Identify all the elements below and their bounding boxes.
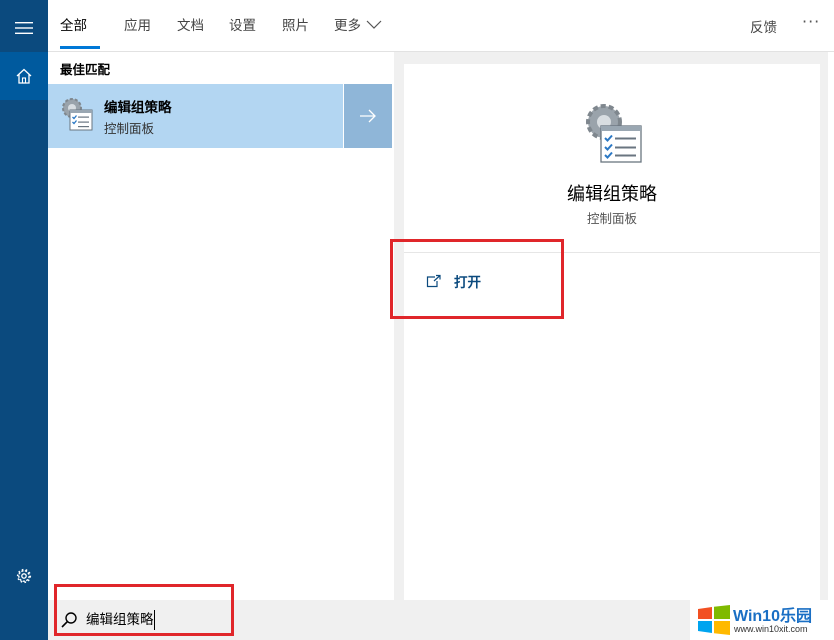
detail-title: 编辑组策略 — [567, 184, 657, 205]
win10-logo: Win10乐园 www.win10xit.com — [690, 600, 834, 640]
detail-pane: 编辑组策略 控制面板 打开 — [404, 64, 820, 600]
best-match-result[interactable]: 编辑组策略 控制面板 — [48, 84, 343, 148]
tab-documents[interactable]: 文档 — [177, 16, 204, 36]
active-tab-indicator — [60, 46, 100, 49]
home-button[interactable] — [0, 52, 48, 100]
logo-text: Win10乐园 — [733, 608, 812, 625]
settings-button[interactable] — [0, 552, 48, 600]
sidebar — [0, 0, 48, 640]
arrow-right-icon — [360, 109, 376, 123]
gear-icon — [16, 568, 32, 584]
hamburger-icon — [15, 22, 33, 34]
home-icon — [16, 68, 32, 84]
result-subtitle: 控制面板 — [104, 121, 155, 136]
filter-tab-bar: 全部 应用 文档 设置 照片 更多 反馈 ··· — [48, 0, 834, 52]
detail-subtitle: 控制面板 — [586, 211, 637, 226]
more-options-button[interactable]: ··· — [802, 12, 820, 31]
results-pane: 最佳匹配 编辑组策略 控制面板 — [48, 52, 394, 600]
expand-details-button[interactable] — [344, 84, 392, 148]
highlight-box-search — [54, 584, 234, 636]
group-policy-icon-large — [586, 104, 642, 163]
tab-settings[interactable]: 设置 — [229, 16, 256, 36]
tab-more[interactable]: 更多 — [334, 16, 361, 36]
group-policy-icon — [62, 98, 93, 131]
tab-photos[interactable]: 照片 — [282, 16, 309, 36]
menu-button[interactable] — [0, 4, 48, 52]
feedback-button[interactable]: 反馈 — [750, 16, 777, 36]
tab-apps[interactable]: 应用 — [124, 16, 151, 36]
section-title-best-match: 最佳匹配 — [60, 62, 111, 77]
windows-logo-icon — [698, 605, 730, 635]
chevron-down-icon[interactable] — [366, 18, 382, 30]
highlight-box-open — [390, 239, 564, 319]
result-title: 编辑组策略 — [104, 100, 172, 116]
tab-all[interactable]: 全部 — [60, 16, 87, 36]
scroll-edge — [828, 52, 834, 600]
logo-url: www.win10xit.com — [734, 624, 808, 634]
